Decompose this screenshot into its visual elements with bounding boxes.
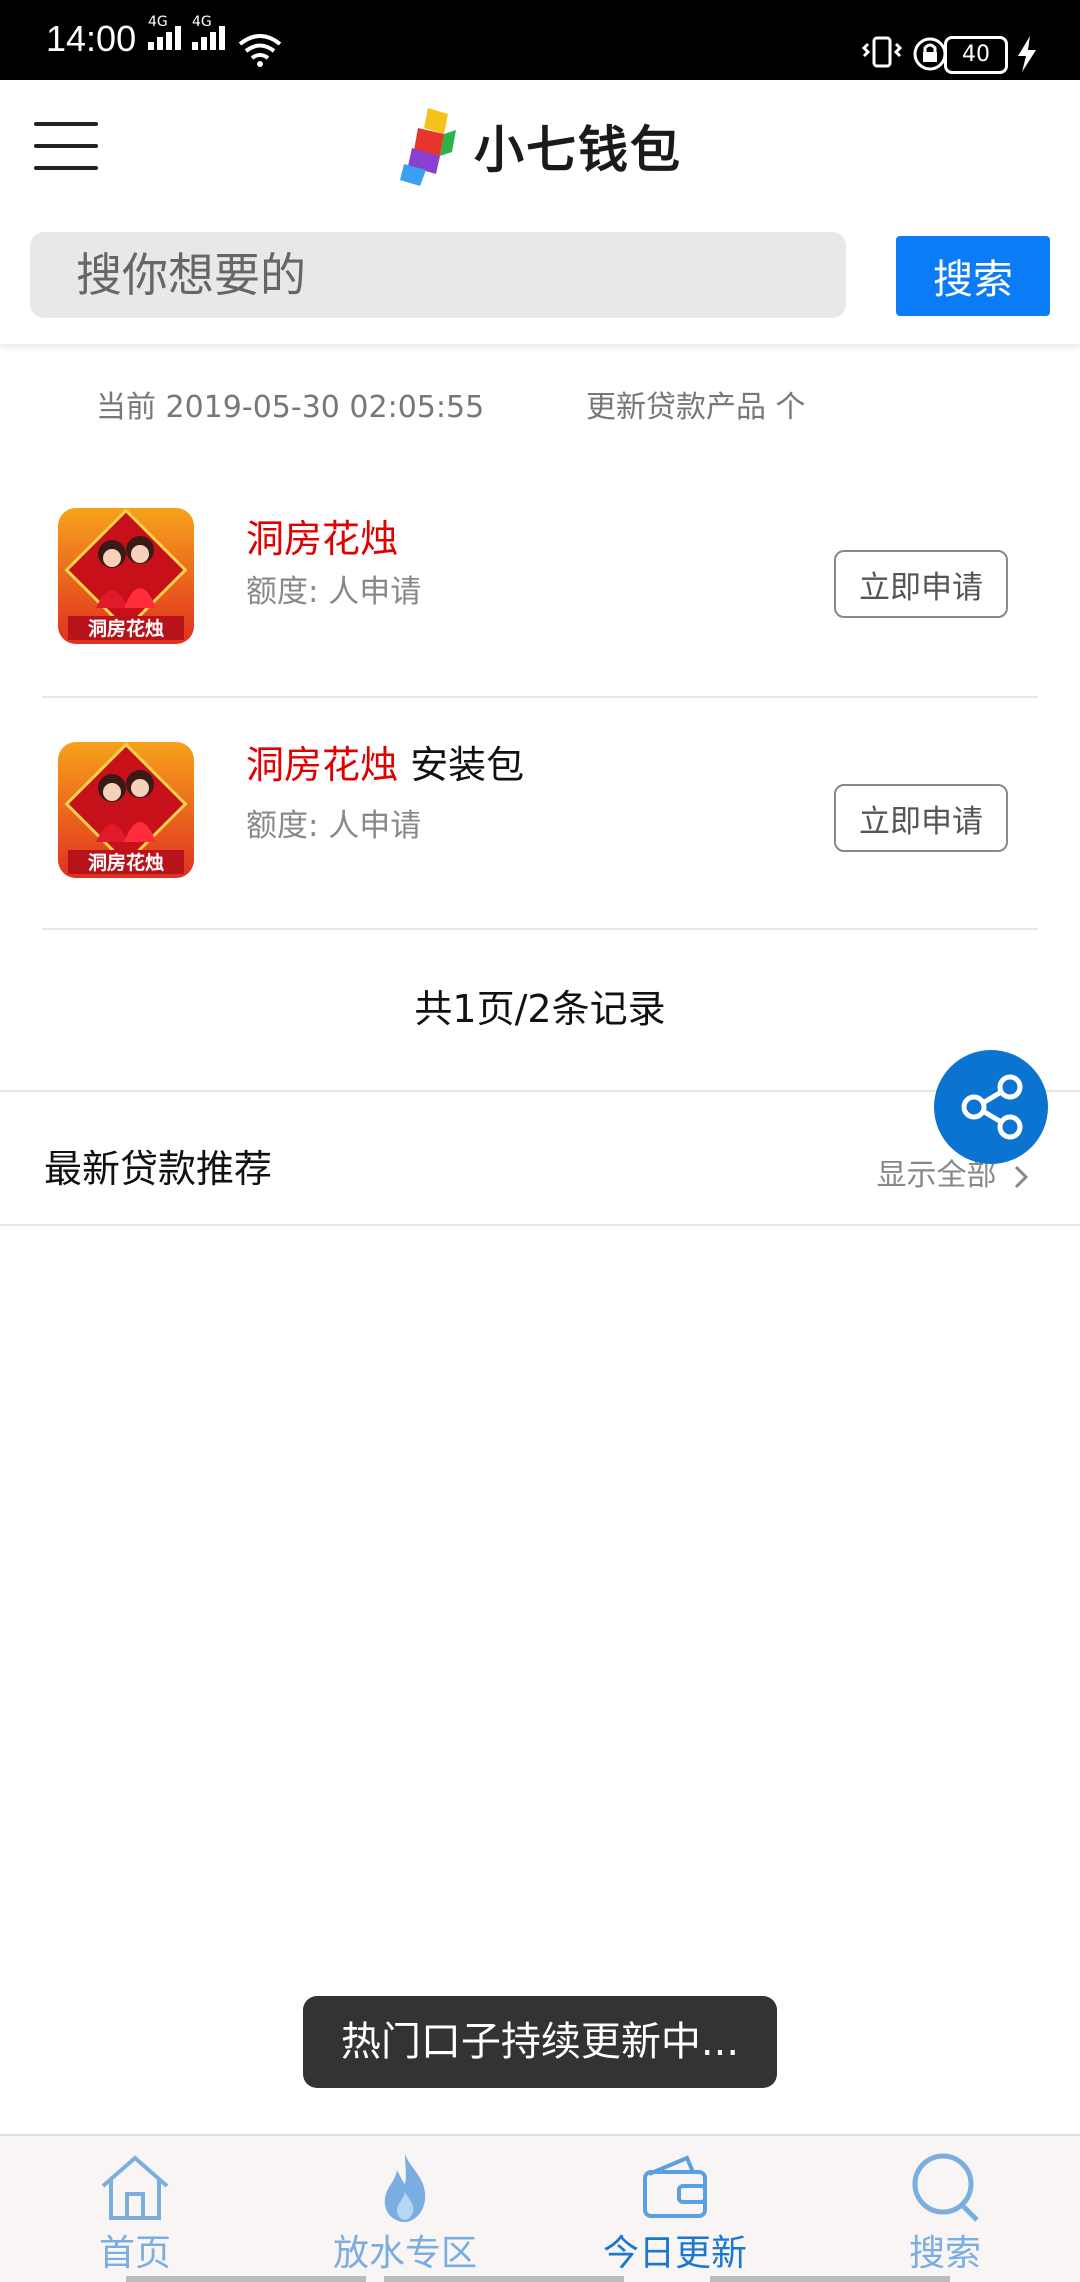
product-title: 洞房花烛: [246, 517, 399, 561]
product-quota: 额度: 人申请: [246, 808, 422, 844]
search-icon: [912, 2153, 979, 2222]
search-input[interactable]: [30, 232, 846, 318]
product-quota: 额度: 人申请: [246, 574, 422, 610]
logo-icon: [400, 108, 456, 186]
product-name: 洞房花烛 安装包: [246, 734, 524, 789]
tab-label: 放水专区: [332, 2233, 477, 2274]
apply-button[interactable]: 立即申请: [834, 784, 1008, 852]
search-button[interactable]: 搜索: [896, 236, 1050, 316]
tab-label: 今日更新: [602, 2233, 747, 2274]
product-thumbnail: 洞房花烛: [58, 742, 194, 878]
tab-today-update[interactable]: 今日更新: [540, 2136, 810, 2282]
nav-indicator: [710, 2276, 950, 2282]
battery-level: 40: [962, 42, 990, 67]
tab-label: 搜索: [908, 2233, 981, 2274]
nav-indicator: [384, 2276, 624, 2282]
tab-home[interactable]: 首页: [0, 2136, 270, 2282]
tab-fangshui[interactable]: 放水专区: [270, 2136, 540, 2282]
product-thumbnail: 洞房花烛: [58, 508, 194, 644]
wifi-icon: [238, 34, 282, 67]
product-item[interactable]: 洞房花烛 洞房花烛 安装包 额度: 人申请 立即申请: [42, 742, 1038, 892]
status-time: 14:00: [46, 18, 137, 59]
svg-text:洞房花烛: 洞房花烛: [88, 851, 164, 874]
product-name: 洞房花烛: [246, 508, 398, 563]
status-bar: 14:00 4G 4G 40: [0, 0, 1080, 80]
svg-text:洞房花烛: 洞房花烛: [88, 617, 164, 640]
battery-indicator: 40: [944, 36, 1008, 74]
share-button[interactable]: [934, 1050, 1048, 1164]
product-title: 洞房花烛: [246, 743, 399, 787]
bottom-tab-bar: 首页 放水专区 今日更新 搜索: [0, 2134, 1080, 2282]
charging-icon: [1018, 36, 1036, 72]
vibrate-icon: [861, 36, 903, 68]
chevron-right-icon: [1014, 1165, 1029, 1188]
menu-line: [34, 122, 98, 126]
home-icon: [101, 2155, 169, 2220]
product-item[interactable]: 洞房花烛 洞房花烛 额度: 人申请 立即申请: [42, 508, 1038, 658]
wallet-icon: [643, 2155, 707, 2218]
menu-line: [34, 166, 98, 170]
product-suffix: 安装包: [410, 743, 525, 787]
recommend-section-header: 最新贷款推荐 显示全部: [0, 1090, 1080, 1226]
signal-icon-2: 4G: [192, 14, 226, 50]
current-time-label: 当前 2019-05-30 02:05:55: [96, 390, 485, 425]
divider: [42, 928, 1038, 930]
nav-indicator: [126, 2276, 366, 2282]
signal-icon: 4G: [148, 14, 182, 50]
toast-message: 热门口子持续更新中...: [303, 1996, 777, 2088]
app-header: 小七钱包 搜索: [0, 80, 1080, 344]
tab-search[interactable]: 搜索: [810, 2136, 1080, 2282]
section-title: 最新贷款推荐: [44, 1147, 273, 1191]
menu-line: [34, 144, 98, 148]
share-icon: [961, 1074, 1023, 1140]
tab-label: 首页: [98, 2233, 171, 2274]
lock-rotation-icon: [913, 37, 947, 71]
update-count-label: 更新贷款产品 个: [586, 390, 806, 425]
fire-icon: [384, 2154, 426, 2222]
app-title: 小七钱包: [474, 121, 682, 179]
pagination-summary: 共1页/2条记录: [414, 987, 666, 1031]
menu-button[interactable]: [34, 122, 98, 170]
app-logo: 小七钱包: [398, 106, 682, 186]
divider: [42, 696, 1038, 698]
apply-button[interactable]: 立即申请: [834, 550, 1008, 618]
